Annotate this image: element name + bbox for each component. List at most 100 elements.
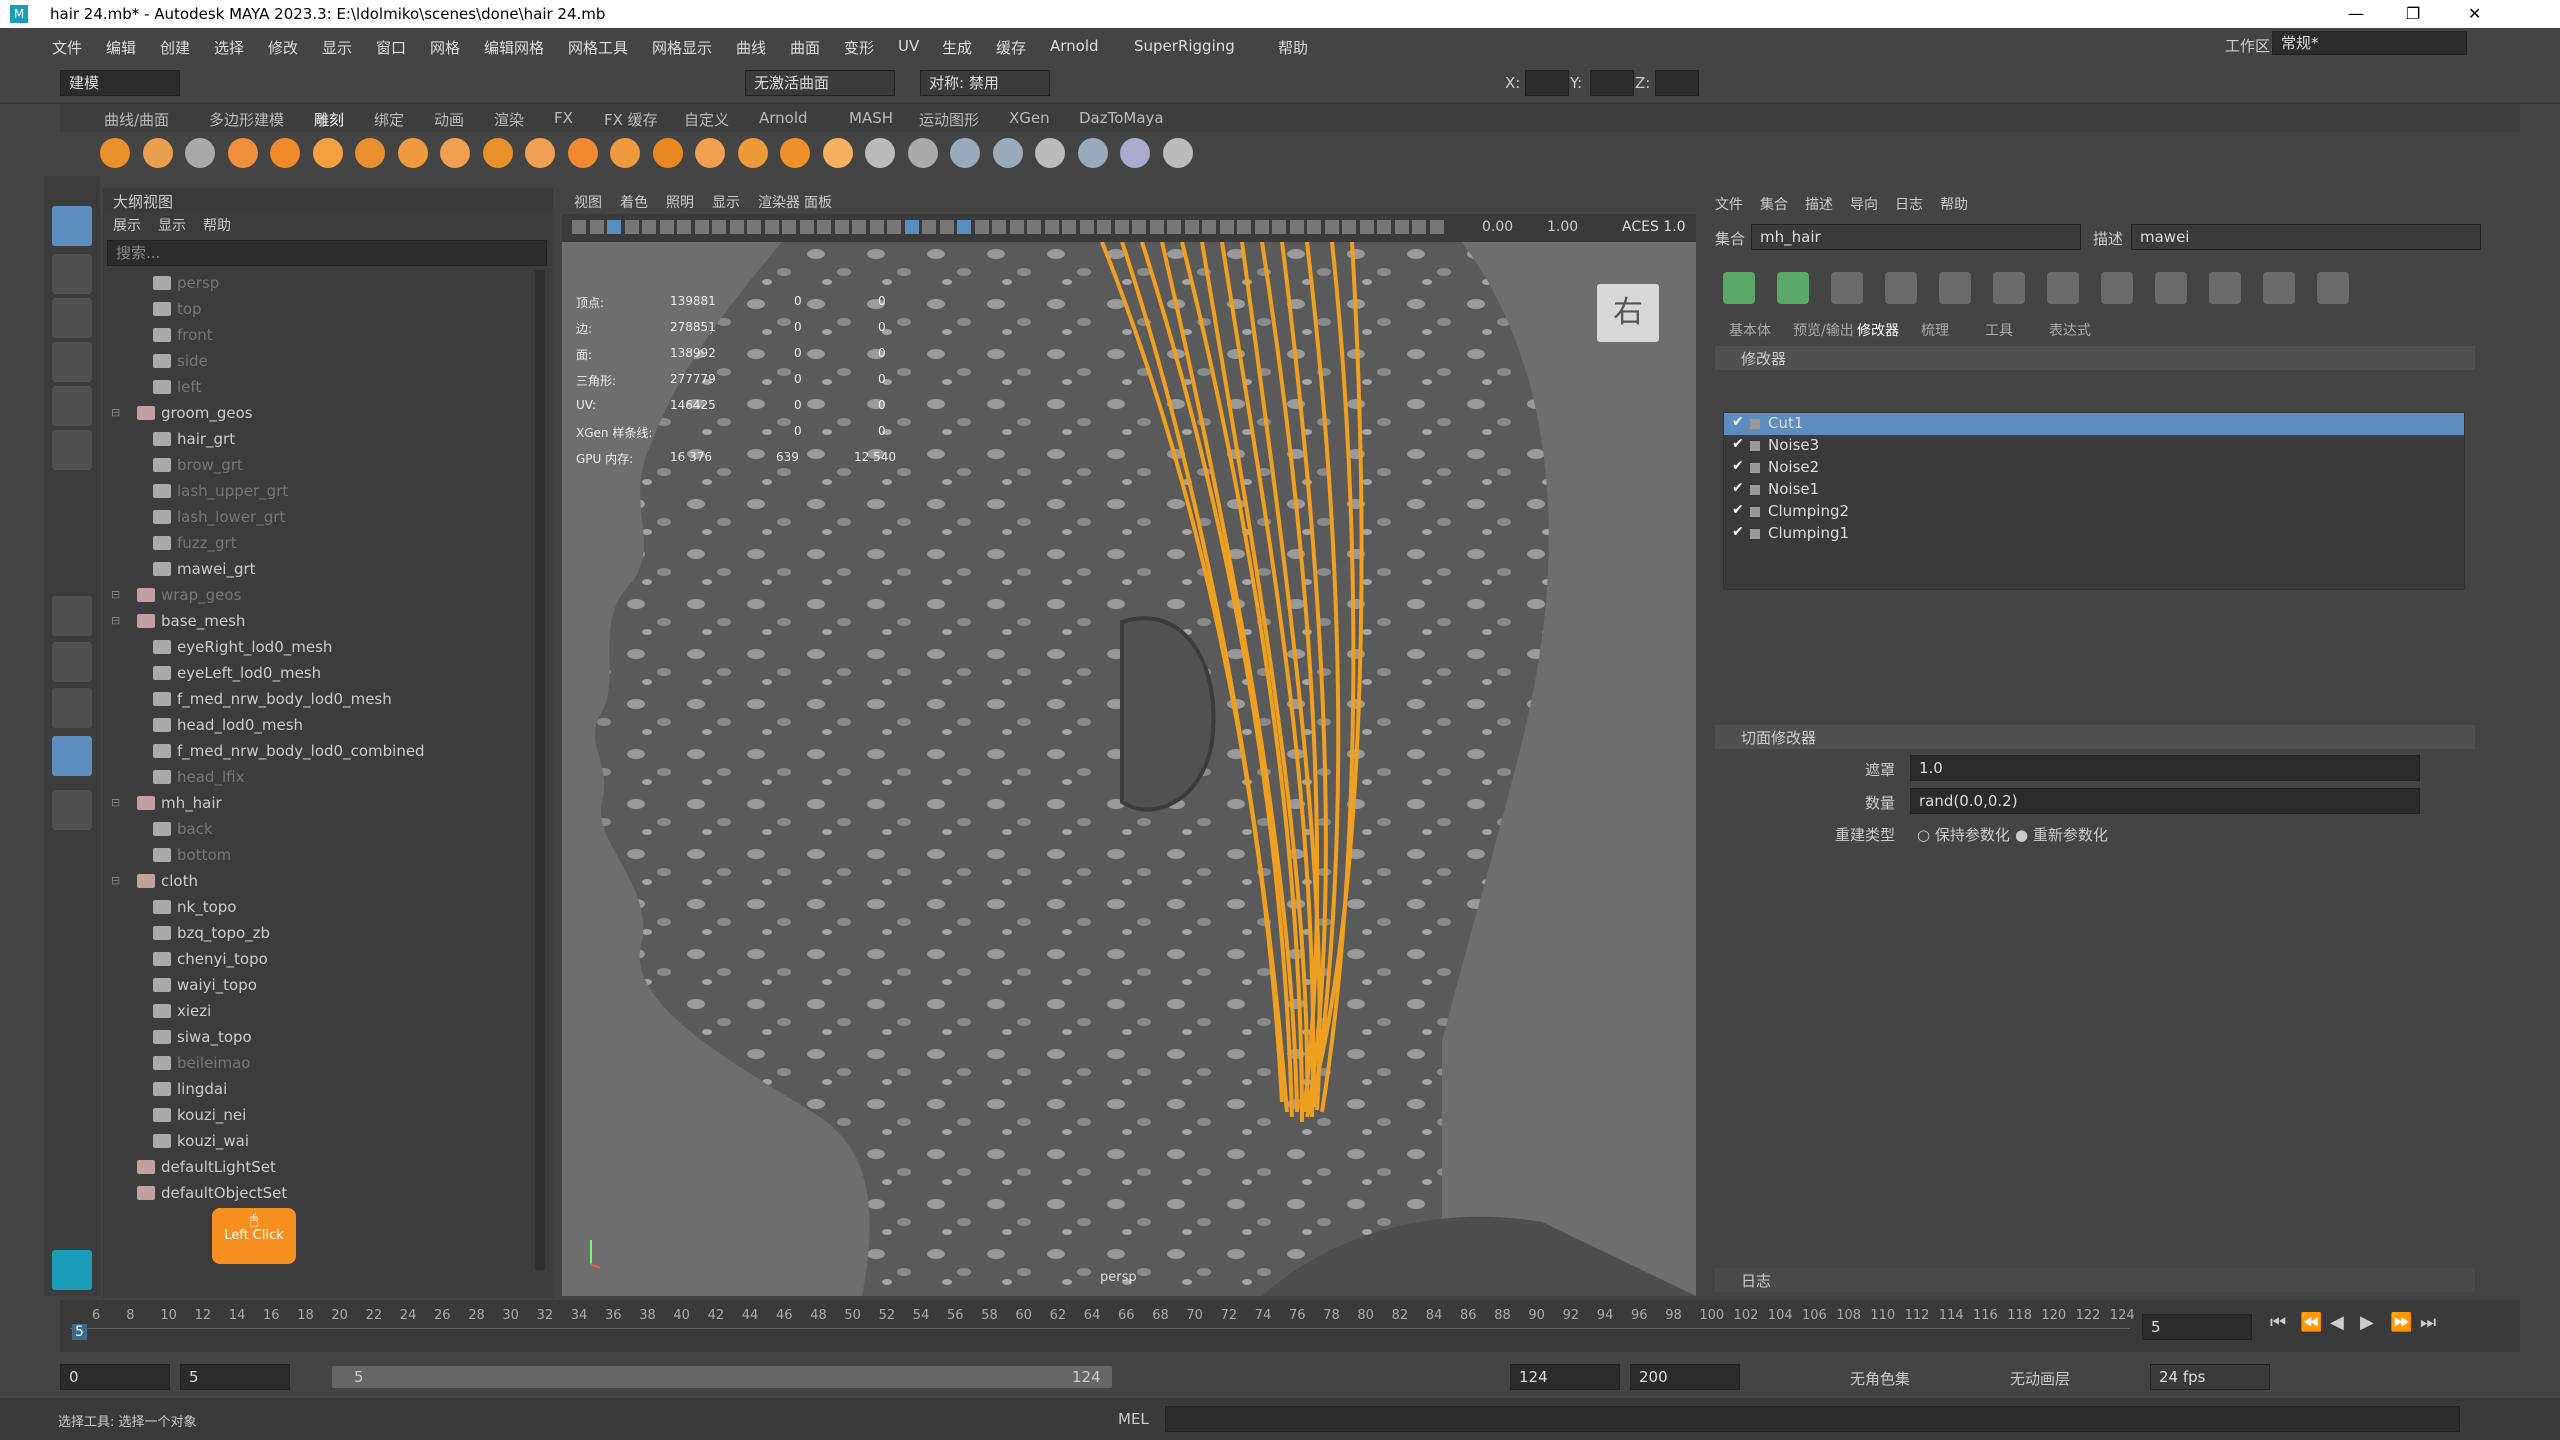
outliner-menu-1[interactable]: 显示 [158, 215, 186, 235]
modifier-enabled-checkbox[interactable]: ✔ [1732, 414, 1744, 430]
modifier-row[interactable]: ✔ Clumping1 [1724, 523, 2464, 545]
outliner-item[interactable]: lash_lower_grt [107, 504, 537, 530]
menu-6[interactable]: 窗口 [376, 37, 406, 58]
shelf-tab-7[interactable]: FX 缓存 [604, 109, 658, 130]
shelf-tab-2[interactable]: 雕刻 [314, 109, 344, 130]
xgen-tool-icon-11[interactable] [2317, 272, 2349, 304]
3d-viewport[interactable]: 顶点: 139881 0 0 边: 278851 0 0 面: 138992 0 0 三角形: 27777… [562, 242, 1696, 1296]
outliner-item[interactable]: lash_upper_grt [107, 478, 537, 504]
xgen-tab-5[interactable]: 表达式 [2049, 320, 2091, 340]
viewport-tool-icon-21[interactable] [939, 220, 954, 234]
close-button[interactable]: ✕ [2468, 4, 2481, 23]
outliner-item[interactable]: kouzi_nei [107, 1102, 537, 1128]
viewport-tool-icon-33[interactable] [1149, 220, 1164, 234]
shelf-tab-11[interactable]: 运动图形 [919, 109, 979, 130]
hair-guide-strand[interactable] [1120, 242, 1289, 1113]
shelf-tab-6[interactable]: FX [554, 109, 573, 127]
xgen-menu-5[interactable]: 帮助 [1940, 194, 1968, 214]
outliner-item[interactable]: eyeRight_lod0_mesh [107, 634, 537, 660]
viewport-tool-icon-19[interactable] [904, 220, 919, 234]
xgen-tool-icon-2[interactable] [1831, 272, 1863, 304]
xgen-tool-icon-6[interactable] [2047, 272, 2079, 304]
view-cube[interactable]: 右 [1597, 284, 1659, 342]
outliner-item[interactable]: ⊟ mh_hair [107, 790, 537, 816]
viewport-tool-icon-23[interactable] [974, 220, 989, 234]
outliner-item[interactable]: persp [107, 270, 537, 296]
viewport-tool-icon-48[interactable] [1412, 220, 1426, 234]
current-frame-marker[interactable]: 5 [72, 1324, 87, 1340]
viewport-tool-icon-49[interactable] [1429, 220, 1444, 234]
viewport-tool-icon-3[interactable] [624, 220, 639, 234]
viewport-menu-4[interactable]: 渲染器 [758, 192, 800, 212]
modifier-row[interactable]: ✔ Clumping2 [1724, 501, 2464, 523]
outliner-layout-icon[interactable] [52, 736, 92, 776]
modifier-enabled-checkbox[interactable]: ✔ [1732, 436, 1744, 452]
viewport-tool-icon-0[interactable] [572, 220, 586, 234]
xgen-menu-1[interactable]: 集合 [1760, 194, 1788, 214]
viewport-tool-icon-16[interactable] [852, 220, 866, 234]
viewport-tool-icon-41[interactable] [1289, 220, 1304, 234]
menu-16[interactable]: 缓存 [996, 37, 1026, 58]
paint-select-icon[interactable] [52, 298, 92, 338]
viewport-tool-icon-18[interactable] [887, 220, 901, 234]
viewport-tool-icon-1[interactable] [589, 220, 604, 234]
sculpt-tool-icon-11[interactable] [567, 138, 598, 168]
shelf-tab-12[interactable]: XGen [1009, 109, 1050, 127]
sculpt-tool-icon-8[interactable] [440, 138, 470, 168]
reparam-radio[interactable]: ● 重新参数化 [2015, 824, 2108, 845]
viewport-tool-icon-39[interactable] [1254, 220, 1269, 234]
viewport-tool-icon-32[interactable] [1132, 220, 1146, 234]
sculpt-tool-icon-21[interactable] [992, 138, 1023, 168]
sculpt-tool-icon-6[interactable] [355, 138, 385, 168]
mel-label[interactable]: MEL [1118, 1410, 1149, 1428]
outliner-menu-0[interactable]: 展示 [113, 215, 141, 235]
menu-11[interactable]: 曲线 [736, 37, 766, 58]
sculpt-tool-icon-9[interactable] [482, 138, 513, 168]
outliner-item[interactable]: ⊟ base_mesh [107, 608, 537, 634]
menu-1[interactable]: 编辑 [106, 37, 136, 58]
viewport-tool-icon-25[interactable] [1009, 220, 1024, 234]
outliner-item[interactable]: siwa_topo [107, 1024, 537, 1050]
viewport-tool-icon-5[interactable] [659, 220, 674, 234]
rotate-tool-icon[interactable] [52, 386, 92, 426]
viewport-tool-icon-11[interactable] [764, 220, 779, 234]
viewport-tool-icon-9[interactable] [729, 220, 744, 234]
shelf-tab-13[interactable]: DazToMaya [1079, 109, 1164, 127]
viewport-menu-2[interactable]: 照明 [666, 192, 694, 212]
outliner-item[interactable]: nk_topo [107, 894, 537, 920]
xgen-menu-4[interactable]: 日志 [1895, 194, 1923, 214]
sculpt-tool-icon-20[interactable] [950, 138, 980, 168]
viewport-tool-icon-4[interactable] [642, 220, 656, 234]
playback-start-field[interactable]: 5 [180, 1364, 290, 1390]
expand-toggle-icon[interactable]: ⊟ [111, 400, 120, 426]
viewport-tool-icon-28[interactable] [1062, 220, 1076, 234]
search-icon[interactable] [52, 790, 92, 830]
sculpt-tool-icon-22[interactable] [1035, 138, 1065, 168]
outliner-item[interactable]: head_lod0_mesh [107, 712, 537, 738]
move-tool-icon[interactable] [52, 342, 92, 382]
start-time-field[interactable]: 0 [60, 1364, 170, 1390]
xgen-tab-0[interactable]: 基本体 [1729, 320, 1771, 340]
viewport-tool-icon-44[interactable] [1342, 220, 1356, 234]
two-view-icon[interactable] [52, 688, 92, 728]
outliner-item[interactable]: f_med_nrw_body_lod0_combined [107, 738, 537, 764]
z-field[interactable] [1655, 70, 1699, 96]
sculpt-tool-icon-5[interactable] [312, 138, 343, 168]
xgen-tab-1[interactable]: 预览/输出 [1793, 320, 1854, 340]
outliner-item[interactable]: side [107, 348, 537, 374]
xgen-tool-icon-4[interactable] [1939, 272, 1971, 304]
outliner-item[interactable]: waiyi_topo [107, 972, 537, 998]
fps-select[interactable]: 24 fps [2150, 1364, 2270, 1390]
sculpt-tool-icon-1[interactable] [142, 138, 173, 168]
maximize-button[interactable]: ❐ [2406, 4, 2420, 23]
workspace-select[interactable]: 常规* [2272, 31, 2467, 55]
xgen-tool-icon-8[interactable] [2155, 272, 2187, 304]
expand-toggle-icon[interactable]: ⊟ [111, 608, 120, 634]
outliner-item[interactable]: defaultLightSet [107, 1154, 537, 1180]
select-tool-icon[interactable] [52, 206, 92, 246]
outliner-item[interactable]: top [107, 296, 537, 322]
viewport-tool-icon-2[interactable] [607, 220, 621, 234]
viewport-tool-icon-35[interactable] [1184, 220, 1199, 234]
outliner-item[interactable]: eyeLeft_lod0_mesh [107, 660, 537, 686]
menu-19[interactable]: 帮助 [1278, 37, 1308, 58]
